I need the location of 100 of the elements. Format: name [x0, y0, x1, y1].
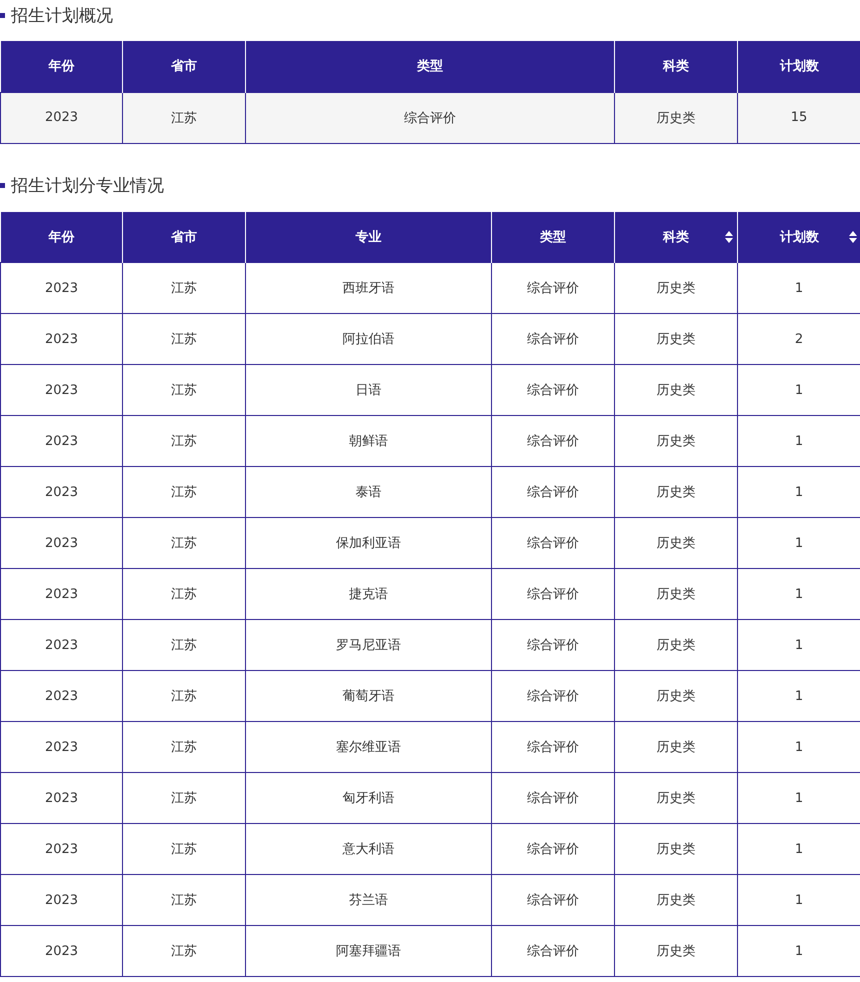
table-cell: 历史类	[614, 670, 738, 722]
column-header: 年份	[0, 41, 122, 92]
column-header: 类型	[492, 212, 614, 262]
table-cell: 综合评价	[492, 262, 614, 314]
table-cell: 1	[738, 364, 860, 416]
title-marker-icon	[0, 183, 5, 188]
table-cell: 综合评价	[492, 416, 614, 466]
table-cell: 综合评价	[246, 92, 614, 143]
table-cell: 综合评价	[492, 568, 614, 620]
table-cell: 综合评价	[492, 314, 614, 364]
table-cell: 历史类	[614, 314, 738, 364]
table-cell: 2023	[0, 416, 122, 466]
table-cell: 历史类	[614, 416, 738, 466]
table-cell: 江苏	[122, 772, 246, 824]
table-cell: 历史类	[614, 620, 738, 670]
table-cell: 阿塞拜疆语	[246, 926, 492, 976]
table-cell: 综合评价	[492, 466, 614, 518]
table-cell: 综合评价	[492, 772, 614, 824]
table-cell: 1	[738, 518, 860, 568]
table-cell: 历史类	[614, 466, 738, 518]
column-header[interactable]: 科类	[614, 212, 738, 262]
table-cell: 泰语	[246, 466, 492, 518]
table-cell: 江苏	[122, 262, 246, 314]
table-cell: 捷克语	[246, 568, 492, 620]
table-cell: 综合评价	[492, 824, 614, 874]
table-cell: 日语	[246, 364, 492, 416]
table-cell: 1	[738, 262, 860, 314]
table-cell: 意大利语	[246, 824, 492, 874]
table-cell: 保加利亚语	[246, 518, 492, 568]
table-cell: 15	[738, 92, 860, 143]
table-cell: 江苏	[122, 416, 246, 466]
table-cell: 江苏	[122, 518, 246, 568]
sort-icon[interactable]	[725, 230, 733, 243]
table-cell: 2023	[0, 670, 122, 722]
section-title: 招生计划概况	[11, 4, 113, 26]
table-cell: 1	[738, 620, 860, 670]
table-cell: 历史类	[614, 772, 738, 824]
table-cell: 朝鲜语	[246, 416, 492, 466]
table-cell: 葡萄牙语	[246, 670, 492, 722]
table-cell: 2023	[0, 824, 122, 874]
table-cell: 1	[738, 824, 860, 874]
column-header: 科类	[614, 41, 738, 92]
table-cell: 1	[738, 926, 860, 976]
table-cell: 江苏	[122, 92, 246, 143]
column-header: 计划数	[738, 41, 860, 92]
table-cell: 历史类	[614, 568, 738, 620]
table-cell: 历史类	[614, 722, 738, 772]
table-cell: 历史类	[614, 874, 738, 926]
table-cell: 芬兰语	[246, 874, 492, 926]
table-cell: 江苏	[122, 670, 246, 722]
table-cell: 2023	[0, 620, 122, 670]
table-cell: 历史类	[614, 262, 738, 314]
column-header: 省市	[122, 212, 246, 262]
table-cell: 综合评价	[492, 620, 614, 670]
column-header: 年份	[0, 212, 122, 262]
table-cell: 江苏	[122, 314, 246, 364]
table-cell: 历史类	[614, 92, 738, 143]
table-cell: 2023	[0, 314, 122, 364]
table-cell: 阿拉伯语	[246, 314, 492, 364]
title-marker-icon	[0, 12, 5, 18]
table-cell: 历史类	[614, 824, 738, 874]
table-cell: 历史类	[614, 518, 738, 568]
table-cell: 2023	[0, 262, 122, 314]
table-cell: 1	[738, 670, 860, 722]
table-cell: 2023	[0, 518, 122, 568]
table-cell: 江苏	[122, 568, 246, 620]
table-cell: 2023	[0, 568, 122, 620]
table-cell: 1	[738, 466, 860, 518]
table-cell: 历史类	[614, 926, 738, 976]
table-cell: 罗马尼亚语	[246, 620, 492, 670]
table-cell: 历史类	[614, 364, 738, 416]
table-cell: 综合评价	[492, 364, 614, 416]
column-header[interactable]: 计划数	[738, 212, 860, 262]
table-cell: 2023	[0, 466, 122, 518]
table-cell: 综合评价	[492, 670, 614, 722]
table-cell: 2	[738, 314, 860, 364]
section-title: 招生计划分专业情况	[11, 175, 164, 197]
table-cell: 塞尔维亚语	[246, 722, 492, 772]
table-cell: 江苏	[122, 364, 246, 416]
table-cell: 综合评价	[492, 722, 614, 772]
table-cell: 2023	[0, 722, 122, 772]
table-cell: 综合评价	[492, 926, 614, 976]
table-cell: 1	[738, 568, 860, 620]
table-cell: 江苏	[122, 926, 246, 976]
table-cell: 综合评价	[492, 518, 614, 568]
sort-icon[interactable]	[848, 230, 856, 243]
table-cell: 西班牙语	[246, 262, 492, 314]
table-cell: 2023	[0, 92, 122, 143]
table-cell: 综合评价	[492, 874, 614, 926]
table-cell: 1	[738, 772, 860, 824]
column-header: 省市	[122, 41, 246, 92]
table-cell: 江苏	[122, 620, 246, 670]
table-cell: 江苏	[122, 824, 246, 874]
table-cell: 2023	[0, 874, 122, 926]
table-cell: 2023	[0, 926, 122, 976]
table-cell: 江苏	[122, 722, 246, 772]
table-cell: 江苏	[122, 874, 246, 926]
table-cell: 2023	[0, 364, 122, 416]
column-header: 专业	[246, 212, 492, 262]
table-cell: 1	[738, 416, 860, 466]
